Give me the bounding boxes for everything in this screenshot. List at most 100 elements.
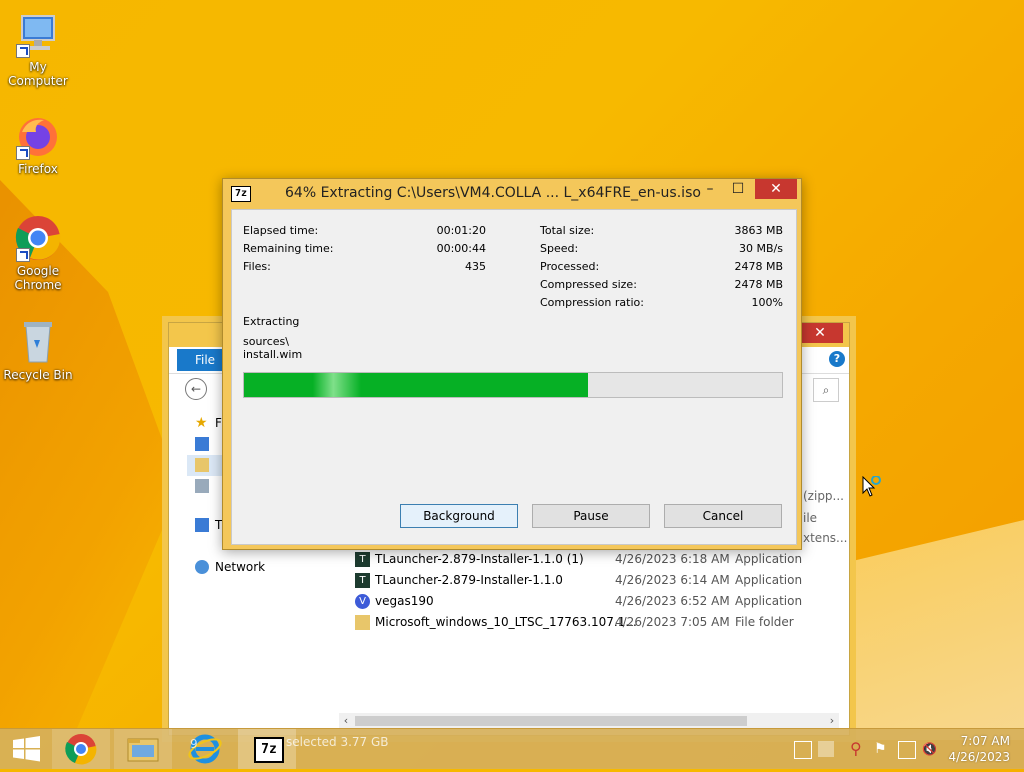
chrome-icon [65,734,97,765]
remaining-time-label: Remaining time: [243,242,334,255]
extract-progress-dialog[interactable]: 7z 64% Extracting C:\Users\VM4.COLLA ...… [222,178,802,550]
recent-places-icon [195,479,209,493]
compression-ratio-value: 100% [751,296,783,309]
clock[interactable]: 7:07 AM 4/26/2023 [948,733,1010,765]
file-row[interactable]: Microsoft_windows_10_LTSC_17763.107.1...… [353,612,833,633]
7zip-logo-icon: 7z [231,186,251,202]
search-icon[interactable]: ⌕ [813,378,839,402]
background-button[interactable]: Background [400,504,518,528]
status-selected-fragment: selected 3.77 GB [286,735,389,749]
download-folder-icon [195,458,209,472]
vegas-icon: V [355,594,370,609]
chrome-icon [14,214,62,262]
compressed-size-label: Compressed size: [540,278,637,291]
recycle-bin-icon [14,318,62,366]
file-row[interactable]: T TLauncher-2.879-Installer-1.1.0 4/26/2… [353,570,833,591]
shortcut-arrow-icon [16,248,30,262]
column-fragment: ile [803,511,818,525]
star-icon: ★ [195,415,208,431]
speed-value: 30 MB/s [739,242,783,255]
computer-icon [195,518,209,532]
folder-icon [355,615,370,630]
dialog-title: 64% Extracting C:\Users\VM4.COLLA ... L_… [285,185,701,201]
7zip-logo-icon: 7z [254,737,284,763]
maximize-button[interactable]: ☐ [723,179,753,199]
back-arrow-icon[interactable]: ← [185,378,207,400]
file-name: TLauncher-2.879-Installer-1.1.0 (1) [375,552,584,566]
dialog-body: Elapsed time: 00:01:20 Remaining time: 0… [231,209,797,545]
progress-bar [243,372,783,398]
nav-item-label: F [215,416,222,430]
total-size-label: Total size: [540,224,595,237]
files-label: Files: [243,260,271,273]
file-type: File folder [735,615,794,629]
taskbar-chrome[interactable] [52,729,110,769]
close-button[interactable]: ✕ [755,179,797,199]
dialog-titlebar[interactable]: 7z 64% Extracting C:\Users\VM4.COLLA ...… [223,179,801,209]
help-icon[interactable]: ? [829,351,845,367]
firefox-icon [14,112,62,160]
elapsed-time-value: 00:01:20 [436,224,486,237]
file-date: 4/26/2023 6:18 AM [615,552,730,566]
speaker-muted-icon[interactable]: 🔇 [922,741,938,757]
desktop-icon-label: Firefox [18,162,58,176]
file-date: 4/26/2023 7:05 AM [615,615,730,629]
compression-ratio-label: Compression ratio: [540,296,644,309]
flag-icon[interactable]: ⚑ [874,741,890,757]
nav-item-label: Network [215,560,266,574]
file-name: TLauncher-2.879-Installer-1.1.0 [375,573,563,587]
horizontal-scrollbar[interactable]: ‹ › [339,713,839,729]
show-desktop-icon[interactable] [818,741,834,757]
desktop-icon-my-computer[interactable]: My Computer [0,10,76,88]
current-file: install.wim [243,348,303,361]
compressed-size-value: 2478 MB [734,278,783,291]
network-icon[interactable] [898,741,916,759]
computer-icon [14,10,62,58]
folder-icon [127,738,159,762]
column-fragment: xtens... [803,531,848,545]
desktop-icon-firefox[interactable]: Firefox [0,112,76,176]
clock-date: 4/26/2023 [948,750,1010,764]
elapsed-time-label: Elapsed time: [243,224,319,237]
tlauncher-icon: T [355,573,370,588]
search-icon[interactable]: ⚲ [850,741,866,757]
minimize-button[interactable]: – [695,179,725,199]
file-date: 4/26/2023 6:14 AM [615,573,730,587]
cancel-button[interactable]: Cancel [664,504,782,528]
current-path: sources\ [243,335,289,348]
progress-bar-fill [244,373,589,397]
scroll-left-icon[interactable]: ‹ [339,713,353,729]
file-name: vegas190 [375,594,434,608]
remaining-time-value: 00:00:44 [436,242,486,255]
scroll-right-icon[interactable]: › [825,713,839,729]
file-row[interactable]: T TLauncher-2.879-Installer-1.1.0 (1) 4/… [353,549,833,570]
start-button[interactable] [0,729,58,769]
tlauncher-icon: T [355,552,370,567]
pause-button[interactable]: Pause [532,504,650,528]
desktop-icon-label: My Computer [8,60,68,88]
file-date: 4/26/2023 6:52 AM [615,594,730,608]
network-icon [195,560,209,574]
status-items-fragment: 9 [190,737,198,751]
total-size-value: 3863 MB [734,224,783,237]
desktop-icon-label: Recycle Bin [3,368,73,382]
internet-explorer-icon [188,734,222,764]
shortcut-arrow-icon [16,44,30,58]
operation-label: Extracting [243,315,300,328]
explorer-close-button[interactable]: ✕ [797,323,843,343]
file-row[interactable]: V vegas190 4/26/2023 6:52 AM Application [353,591,833,612]
file-type: Application [735,573,803,587]
details-view-icon[interactable] [794,741,812,759]
desktop-icon-recycle-bin[interactable]: Recycle Bin [0,318,76,382]
file-type: Application [735,594,803,608]
files-value: 435 [465,260,486,273]
taskbar-file-explorer[interactable] [114,729,172,769]
taskbar-internet-explorer[interactable]: 9 [176,729,234,769]
shortcut-arrow-icon [16,146,30,160]
processed-value: 2478 MB [734,260,783,273]
scrollbar-thumb[interactable] [355,716,747,726]
desktop-icon-label: Google Chrome [14,264,62,292]
wallpaper-shape-right [840,520,1024,740]
nav-item-network[interactable]: Network [187,557,337,578]
desktop-icon-chrome[interactable]: Google Chrome [0,214,76,292]
